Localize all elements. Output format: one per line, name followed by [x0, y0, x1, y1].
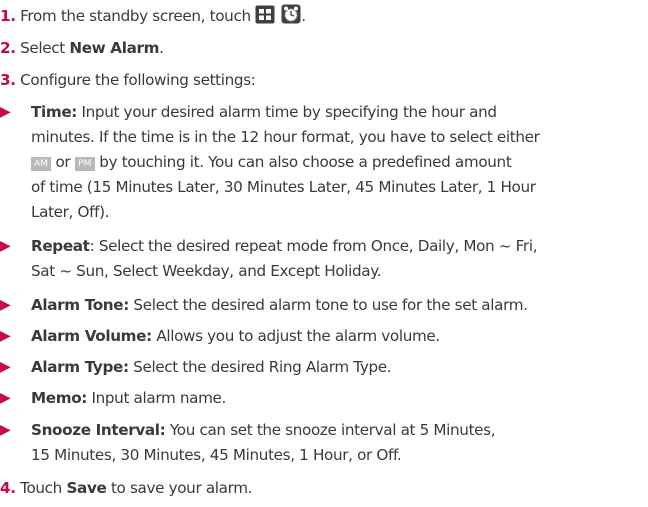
bullet-label: Alarm Type:	[31, 358, 129, 376]
bullet-label: Time:	[31, 103, 78, 121]
step-4: 4. Touch Save to save your alarm.	[0, 478, 253, 498]
bullet-text: of time (15 Minutes Later, 30 Minutes La…	[31, 178, 536, 196]
step-end: .	[301, 7, 306, 25]
bullet-text: Allows you to adjust the alarm volume.	[156, 327, 440, 345]
pm-badge: PM	[74, 157, 95, 171]
step-number: 1.	[0, 7, 16, 25]
bullet-text: by touching it. You can also choose a pr…	[99, 153, 512, 171]
bullet-text: Input your desired alarm time by specify…	[81, 103, 498, 121]
bullet-text: Select the desired alarm tone to use for…	[133, 296, 528, 314]
step-text: Touch	[20, 479, 62, 497]
bullet-time-line-3: AM or PM by touching it. You can also ch…	[31, 152, 512, 172]
step-end: .	[159, 39, 164, 57]
bullet-arrow-icon: ▶	[0, 390, 11, 406]
am-badge: AM	[31, 157, 51, 171]
bullet-time-line-5: Later, Off).	[31, 202, 110, 222]
step-number: 3.	[0, 71, 16, 89]
bullet-arrow-icon: ▶	[0, 359, 11, 375]
step-text: From the standby screen, touch	[20, 7, 251, 25]
step-number: 2.	[0, 39, 16, 57]
bullet-label: Memo:	[31, 389, 87, 407]
bullet-label: Alarm Tone:	[31, 296, 129, 314]
bullet-text: Input alarm name.	[91, 389, 227, 407]
alarm-clock-icon	[281, 4, 301, 29]
bullet-text: 15 Minutes, 30 Minutes, 45 Minutes, 1 Ho…	[31, 446, 402, 464]
bullet-arrow-icon: ▶	[0, 297, 11, 313]
step-text: to save your alarm.	[110, 479, 253, 497]
bullet-repeat-line-2: Sat ~ Sun, Select Weekday, and Except Ho…	[31, 261, 382, 281]
bullet-time-line-4: of time (15 Minutes Later, 30 Minutes La…	[31, 177, 536, 197]
step-text: Select	[20, 39, 65, 57]
bullet-text: Sat ~ Sun, Select Weekday, and Except Ho…	[31, 262, 382, 280]
step-number: 4.	[0, 479, 16, 497]
bullet-text: You can set the snooze interval at 5 Min…	[169, 421, 496, 439]
bullet-text: minutes. If the time is in the 12 hour f…	[31, 128, 540, 146]
bullet-label: Snooze Interval:	[31, 421, 166, 439]
bullet-label: Alarm Volume:	[31, 327, 152, 345]
bullet-text: Later, Off).	[31, 203, 110, 221]
bullet-arrow-icon: ▶	[0, 422, 11, 438]
alarm-instructions: 1. From the standby screen, touch . 2. S…	[0, 0, 648, 507]
step-2: 2. Select New Alarm.	[0, 38, 164, 58]
save-label: Save	[66, 479, 107, 497]
bullet-text: : Select the desired repeat mode from On…	[89, 237, 538, 255]
step-text: Configure the following settings:	[20, 71, 256, 89]
bullet-arrow-icon: ▶	[0, 328, 11, 344]
bullet-arrow-icon: ▶	[0, 104, 11, 120]
bullet-label: Repeat	[31, 237, 90, 255]
step-1: 1. From the standby screen, touch .	[0, 4, 306, 29]
new-alarm-label: New Alarm	[69, 39, 160, 57]
bullet-text: Select the desired Ring Alarm Type.	[133, 358, 392, 376]
bullet-snooze-line-2: 15 Minutes, 30 Minutes, 45 Minutes, 1 Ho…	[31, 445, 402, 465]
bullet-text: or	[55, 153, 71, 171]
bullet-time-line-2: minutes. If the time is in the 12 hour f…	[31, 127, 540, 147]
bullet-arrow-icon: ▶	[0, 238, 11, 254]
menu-grid-icon	[255, 5, 275, 29]
step-3: 3. Configure the following settings:	[0, 70, 256, 90]
